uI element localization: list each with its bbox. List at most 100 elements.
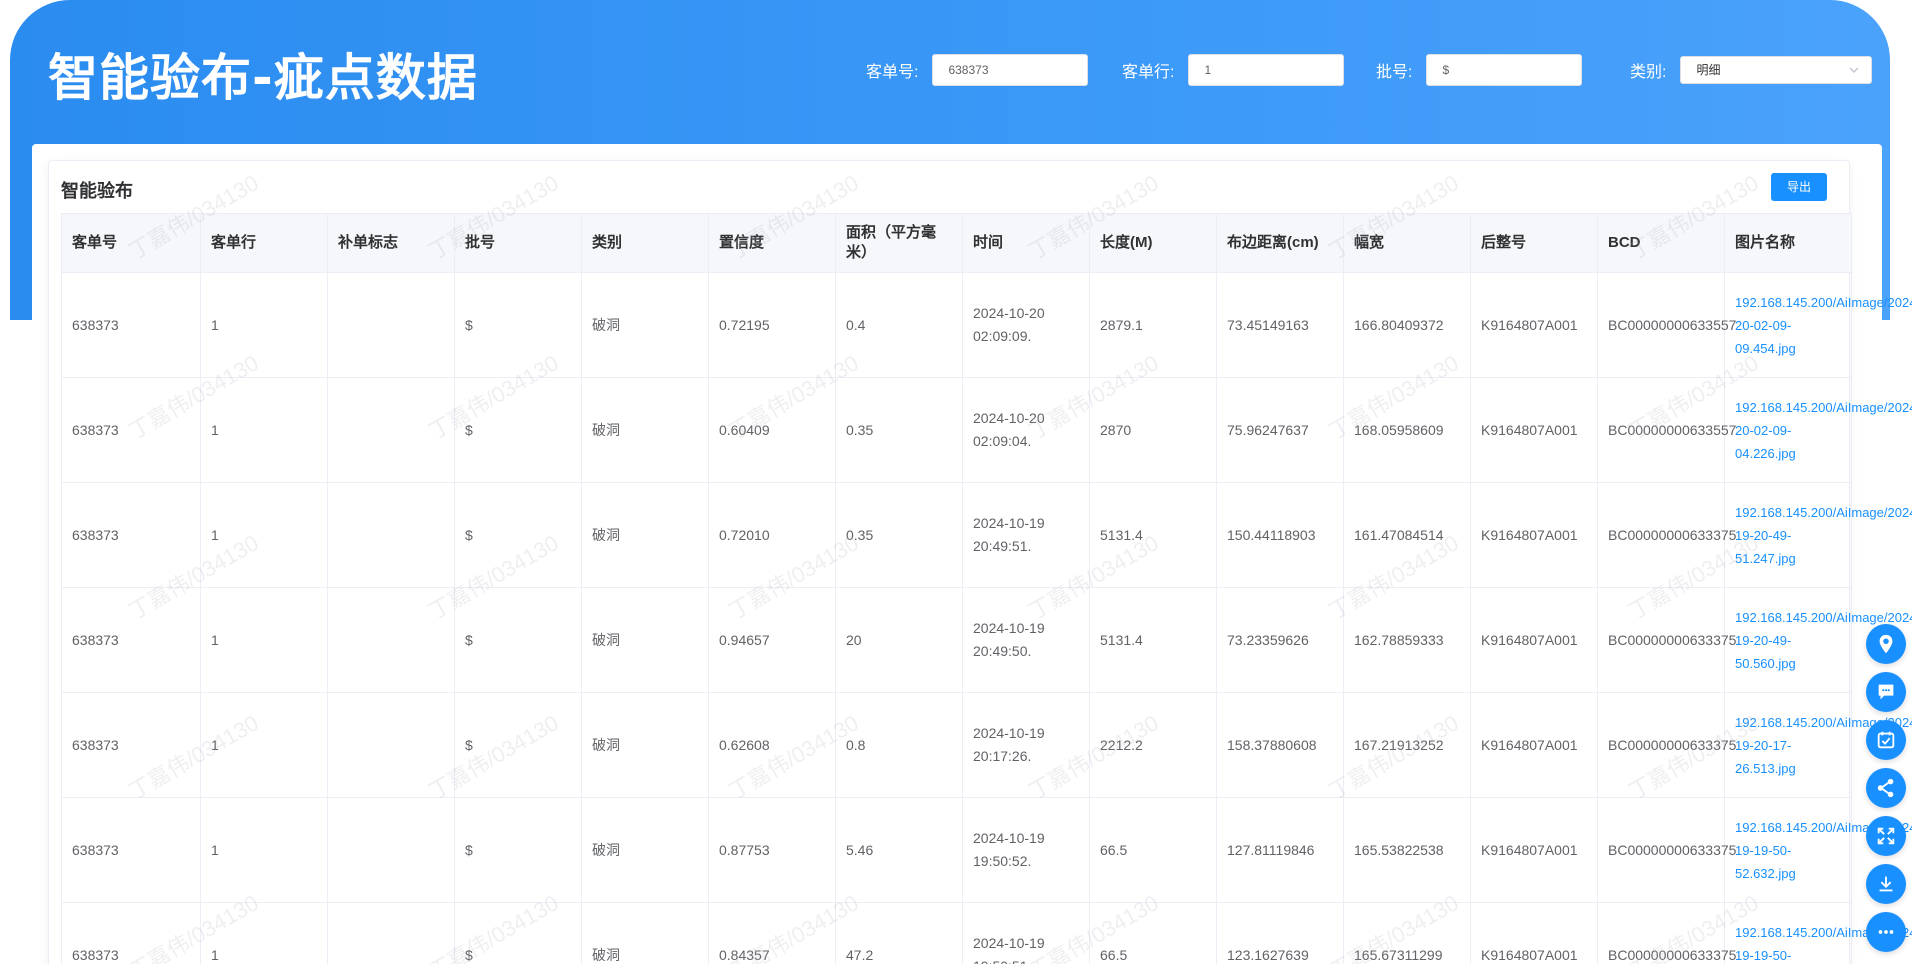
table-cell: 破洞 — [581, 587, 709, 693]
table-cell: 638373 — [61, 902, 201, 964]
table-cell: 66.5 — [1089, 902, 1217, 964]
table-cell: BC00000000633375 — [1597, 482, 1736, 588]
table-cell: 165.67311299 — [1343, 902, 1471, 964]
more-button[interactable] — [1866, 912, 1906, 952]
filter-label: 客单行: — [1122, 64, 1175, 81]
table-cell: 2024-10-19 19:50:51. — [962, 902, 1090, 964]
table-cell: 2024-10-19 20:49:51. — [962, 482, 1090, 588]
table-cell: K9164807A001 — [1470, 692, 1598, 798]
image-link[interactable]: 192.168.145.200/AiImage/2024/10/19/3310-… — [1724, 692, 1912, 798]
column-header[interactable]: 客单行 — [200, 213, 328, 273]
table-row[interactable]: 638373 1 $ 破洞 0.62608 0.8 2024-10-19 20:17:26.… — [61, 692, 1912, 798]
table-row[interactable]: 638373 1 $ 破洞 0.87753 5.46 2024-10-19 19:50:52… — [61, 797, 1912, 903]
table-cell — [327, 902, 455, 964]
table-cell: 1 — [200, 902, 328, 964]
table-cell: 2212.2 — [1089, 692, 1217, 798]
filter-order-line: 客单行: 1 — [1122, 54, 1345, 86]
location-button[interactable] — [1866, 624, 1906, 664]
table-cell: 2024-10-19 19:50:52. — [962, 797, 1090, 903]
image-link[interactable]: 192.168.145.200/AiImage/2024/10/20/1310-… — [1724, 377, 1912, 483]
table-cell: $ — [454, 692, 582, 798]
table-cell: 66.5 — [1089, 797, 1217, 903]
column-header[interactable]: 长度(M) — [1089, 213, 1217, 273]
table-cell: BC00000000633557 — [1597, 377, 1736, 483]
table-cell: BC00000000633375 — [1597, 587, 1736, 693]
image-link[interactable]: 192.168.145.200/AiImage/2024/10/19/1010-… — [1724, 902, 1912, 964]
table-cell: 167.21913252 — [1343, 692, 1471, 798]
calendar-button[interactable] — [1866, 720, 1906, 760]
table-cell: K9164807A001 — [1470, 902, 1598, 964]
table-cell: 158.37880608 — [1216, 692, 1344, 798]
table-cell: 638373 — [61, 272, 201, 378]
column-header[interactable]: 客单号 — [61, 213, 201, 273]
table-cell: 5131.4 — [1089, 482, 1217, 588]
card-title: 智能验布 — [61, 181, 133, 202]
image-link[interactable]: 192.168.145.200/AiImage/2024/10/19/3010-… — [1724, 797, 1912, 903]
image-link[interactable]: 192.168.145.200/AiImage/2024/10/20/1210-… — [1724, 272, 1912, 378]
filter-batch: 批号: $ — [1376, 54, 1583, 86]
column-header[interactable]: 时间 — [962, 213, 1090, 273]
table-cell: $ — [454, 482, 582, 588]
table-header-row: 客单号 客单行 补单标志 批号 类别 置信度 面积（平方毫米） 时间 长度(M)… — [61, 213, 1852, 273]
table-row[interactable]: 638373 1 $ 破洞 0.72195 0.4 2024-10-20 02:09:09.… — [61, 272, 1912, 378]
column-header[interactable]: BCD — [1597, 213, 1725, 273]
table-cell: 0.35 — [835, 482, 963, 588]
table-cell: 1 — [200, 377, 328, 483]
image-link[interactable]: 192.168.145.200/AiImage/2024/10/19/1310-… — [1724, 587, 1912, 693]
column-header[interactable]: 批号 — [454, 213, 582, 273]
table-cell — [327, 797, 455, 903]
column-header[interactable]: 补单标志 — [327, 213, 455, 273]
filter-category: 类别: 明细 — [1630, 54, 1873, 86]
table-cell: 0.72195 — [708, 272, 836, 378]
table-cell: 0.35 — [835, 377, 963, 483]
table-row[interactable]: 638373 1 $ 破洞 0.94657 20 2024-10-19 20:49:50. 5… — [61, 587, 1912, 693]
table-cell: $ — [454, 902, 582, 964]
column-header[interactable]: 置信度 — [708, 213, 836, 273]
table-cell: 150.44118903 — [1216, 482, 1344, 588]
order-no-input[interactable]: 638373 — [932, 54, 1089, 86]
table-cell — [327, 482, 455, 588]
download-icon — [1879, 876, 1893, 892]
table-cell: 2024-10-19 20:49:50. — [962, 587, 1090, 693]
table-cell: 638373 — [61, 692, 201, 798]
table-cell — [327, 587, 455, 693]
fullscreen-button[interactable] — [1866, 816, 1906, 856]
page: 智能验布-疵点数据 客单号: 638373 客单行: 1 批号: $ 类别: 明… — [0, 0, 1912, 964]
table-cell: 破洞 — [581, 482, 709, 588]
order-line-input[interactable]: 1 — [1188, 54, 1345, 86]
table-cell: 2024-10-19 20:17:26. — [962, 692, 1090, 798]
table-body: 638373 1 $ 破洞 0.72195 0.4 2024-10-20 02:09:09.… — [61, 272, 1912, 964]
column-header[interactable]: 类别 — [581, 213, 709, 273]
table-row[interactable]: 6383731 $破洞0.8435747.22024-10-19 19:50:51… — [61, 902, 1912, 964]
table-cell: 2870 — [1089, 377, 1217, 483]
table-cell: 0.8 — [835, 692, 963, 798]
table-cell: 73.23359626 — [1216, 587, 1344, 693]
table-cell: 1 — [200, 587, 328, 693]
table-cell: 1 — [200, 482, 328, 588]
column-header[interactable]: 布边距离(cm) — [1216, 213, 1344, 273]
category-select[interactable]: 明细 — [1680, 56, 1873, 84]
table-row[interactable]: 638373 1 $ 破洞 0.60409 0.35 2024-10-20 02:09:04… — [61, 377, 1912, 483]
table-cell: 123.1627639 — [1216, 902, 1344, 964]
column-header[interactable]: 面积（平方毫米） — [835, 213, 963, 273]
column-header[interactable]: 后整号 — [1470, 213, 1598, 273]
column-header[interactable]: 幅宽 — [1343, 213, 1471, 273]
export-button[interactable]: 导出 — [1771, 173, 1827, 201]
chat-icon — [1878, 684, 1894, 700]
image-link[interactable]: 192.168.145.200/AiImage/2024/10/19/3210-… — [1724, 482, 1912, 588]
share-button[interactable] — [1866, 768, 1906, 808]
table-row[interactable]: 638373 1 $ 破洞 0.72010 0.35 2024-10-19 20:49:51… — [61, 482, 1912, 588]
chat-button[interactable] — [1866, 672, 1906, 712]
more-icon — [1878, 930, 1894, 934]
table-cell: 破洞 — [581, 797, 709, 903]
table-cell: 73.45149163 — [1216, 272, 1344, 378]
batch-input[interactable]: $ — [1426, 54, 1583, 86]
download-button[interactable] — [1866, 864, 1906, 904]
filter-label: 批号: — [1376, 64, 1413, 81]
table-cell: 0.84357 — [708, 902, 836, 964]
column-header[interactable]: 图片名称 — [1724, 213, 1852, 273]
table-cell: 0.94657 — [708, 587, 836, 693]
table-cell — [327, 377, 455, 483]
table-cell: 0.62608 — [708, 692, 836, 798]
table-cell: 20 — [835, 587, 963, 693]
